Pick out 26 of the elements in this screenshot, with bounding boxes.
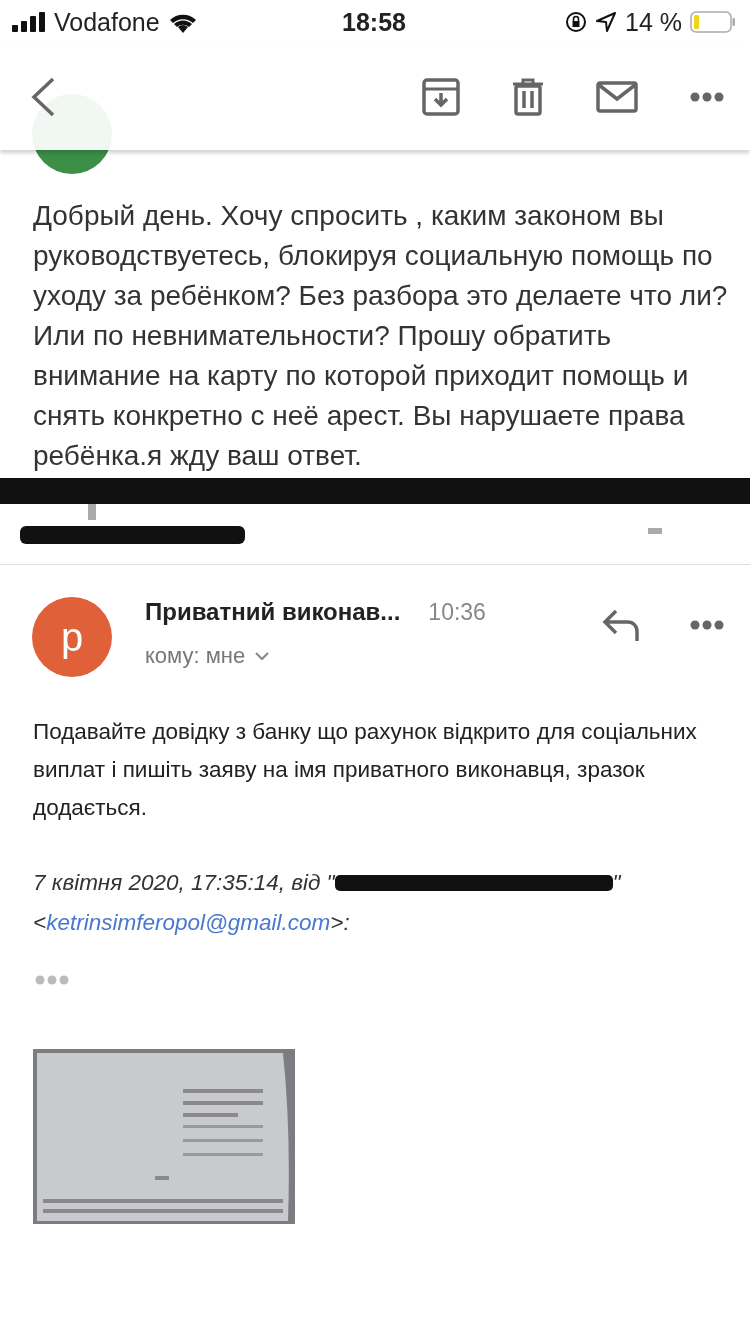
mail-icon[interactable]	[596, 81, 638, 113]
sender-name: Приватний виконав...	[145, 598, 401, 626]
rotation-lock-icon	[565, 11, 588, 33]
location-arrow-icon	[595, 11, 618, 33]
battery-percent: 14 %	[625, 7, 682, 37]
email-link[interactable]: ketrinsimferopol@gmail.com	[46, 903, 331, 943]
battery-icon	[690, 11, 736, 33]
clock-time: 18:58	[342, 7, 406, 37]
signal-icon	[12, 12, 46, 32]
carrier-name: Vodafone	[54, 7, 160, 37]
message-time: 10:36	[428, 598, 486, 626]
back-icon[interactable]	[30, 77, 56, 117]
reply-icon[interactable]	[602, 609, 640, 641]
message-body: Добрый день. Хочу спросить , каким законом вы руководствуетесь, блокируя социальную помощь по уходу за ребёнком? Без разбора это делаете что ли? Или по невнимательности? Прошу обратить внимание на карту по которой приходит помощь и снять конкретно с неё арест. Вы нарушаете права ребёнка.я жду ваш ответ.	[32, 199, 729, 473]
sender-avatar: p	[32, 597, 112, 677]
archive-icon[interactable]	[422, 78, 460, 116]
more-icon[interactable]	[690, 620, 724, 630]
quote-mark: "	[612, 869, 621, 897]
bracket-text: >:	[330, 909, 350, 937]
more-icon[interactable]	[690, 92, 724, 102]
quote-header: 7 квітня 2020, 17:35:14, від "	[33, 869, 335, 897]
recipient-label[interactable]: кому: мне	[145, 643, 246, 669]
chevron-down-icon[interactable]	[255, 651, 270, 661]
trash-icon[interactable]	[512, 78, 544, 116]
bracket-text: <	[33, 909, 47, 937]
message-body: Подавайте довідку з банку що рахунок відкрито для соціальних виплат і пишіть заяву на імя приватного виконавця, зразок додається.	[32, 718, 698, 822]
